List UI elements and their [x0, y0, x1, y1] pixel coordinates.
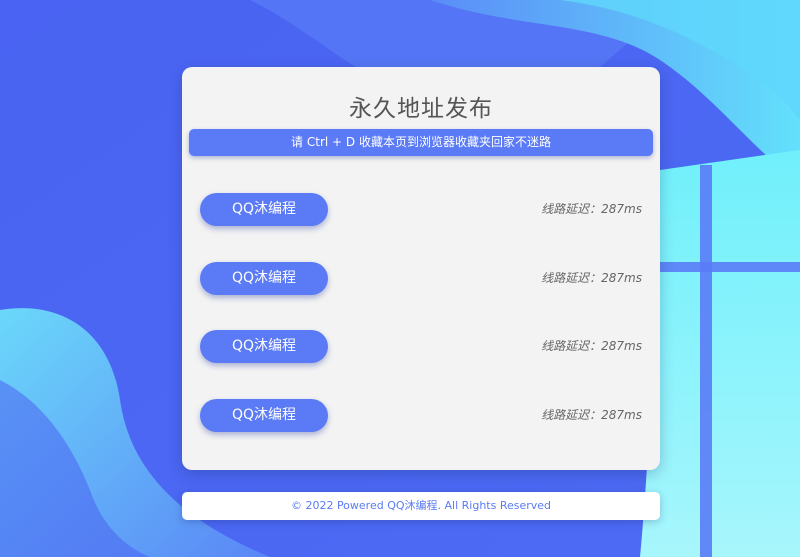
latency-label: 线路延迟：287ms: [541, 408, 642, 422]
page-title: 永久地址发布: [349, 96, 493, 122]
latency-label: 线路延迟：287ms: [541, 271, 642, 285]
line-row: QQ沐编程 线路延迟：287ms: [182, 399, 660, 432]
line-button[interactable]: QQ沐编程: [200, 262, 328, 295]
line-button[interactable]: QQ沐编程: [200, 330, 328, 363]
address-card: 永久地址发布 请 Ctrl + D 收藏本页到浏览器收藏夹回家不迷路 QQ沐编程…: [182, 67, 660, 470]
line-row: QQ沐编程 线路延迟：287ms: [182, 262, 660, 295]
latency-label: 线路延迟：287ms: [541, 202, 642, 216]
line-button[interactable]: QQ沐编程: [200, 193, 328, 226]
bookmark-notice: 请 Ctrl + D 收藏本页到浏览器收藏夹回家不迷路: [189, 129, 653, 156]
line-button[interactable]: QQ沐编程: [200, 399, 328, 432]
line-row: QQ沐编程 线路延迟：287ms: [182, 330, 660, 363]
footer: © 2022 Powered QQ沐编程. All Rights Reserve…: [182, 492, 660, 520]
latency-label: 线路延迟：287ms: [541, 339, 642, 353]
line-row: QQ沐编程 线路延迟：287ms: [182, 193, 660, 226]
